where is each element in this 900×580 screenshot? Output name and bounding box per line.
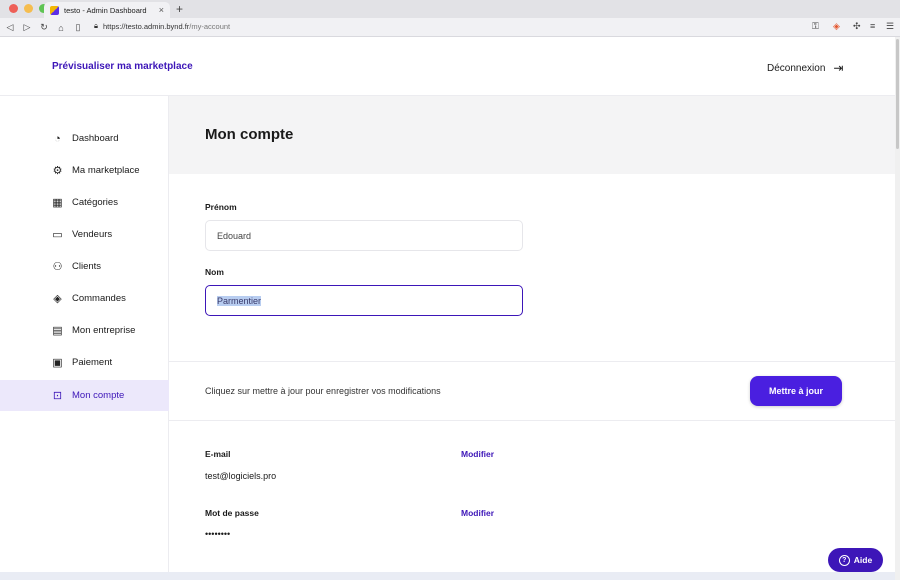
sidebar-item-label: Clients [72, 261, 102, 272]
app: Prévisualiser ma marketplace Déconnexion… [0, 37, 900, 580]
bookmark-icon[interactable]: ▯ [71, 22, 85, 33]
sidebar: ◔ Dashboard ⚙ Ma marketplace ▦ Catégorie… [0, 96, 169, 572]
reload-icon[interactable]: ↻ [37, 22, 51, 33]
last-name-label: Nom [205, 267, 224, 277]
playlist-icon[interactable]: ≡ [870, 21, 875, 31]
menu-icon[interactable]: ☰ [886, 21, 894, 32]
new-tab-button[interactable]: + [176, 2, 183, 16]
sidebar-item-label: Dashboard [72, 133, 119, 144]
sidebar-item-label: Mon entreprise [72, 325, 136, 336]
sidebar-item-label: Vendeurs [72, 229, 113, 240]
browser-toolbar: ◁ ▷ ↻ ⌂ ▯ 🔒︎ https://testo.admin.bynd.fr… [0, 18, 900, 37]
sidebar-item-label: Commandes [72, 293, 126, 304]
first-name-field[interactable]: Edouard [205, 220, 523, 251]
minimize-window-button[interactable] [24, 4, 33, 13]
sidebar-item-label: Catégories [72, 197, 118, 208]
address-bar[interactable]: 🔒︎ https://testo.admin.bynd.fr/my-accoun… [94, 21, 230, 31]
back-icon[interactable]: ◁ [3, 22, 17, 33]
sidebar-item-marketplace[interactable]: ⚙ Ma marketplace [0, 155, 169, 186]
sidebar-item-orders[interactable]: ◈ Commandes [0, 283, 169, 314]
extensions-icon[interactable]: ✣ [853, 21, 861, 32]
email-value: test@logiciels.pro [205, 471, 277, 481]
brave-shield-icon[interactable]: ◈ [833, 21, 840, 32]
logout-button[interactable]: Déconnexion ⇥ [767, 61, 843, 75]
sidebar-item-payment[interactable]: ▣ Paiement [0, 347, 169, 378]
password-label: Mot de passe [205, 508, 259, 518]
sidebar-item-label: Mon compte [72, 390, 125, 401]
email-modify-link[interactable]: Modifier [461, 449, 494, 459]
sidebar-item-dashboard[interactable]: ◔ Dashboard [0, 123, 169, 154]
bottom-strip [0, 572, 895, 580]
password-modify-link[interactable]: Modifier [461, 508, 494, 518]
forward-icon[interactable]: ▷ [20, 22, 34, 33]
tab-strip: testo - Admin Dashboard × + [0, 0, 900, 18]
briefcase-icon: ▭ [52, 229, 63, 241]
update-hint: Cliquez sur mettre à jour pour enregistr… [205, 386, 441, 396]
last-name-field[interactable]: Parmentier [205, 285, 523, 316]
scrollbar[interactable] [895, 37, 900, 580]
last-name-value: Parmentier [217, 295, 262, 306]
tab-title: testo - Admin Dashboard [64, 5, 147, 15]
logout-icon: ⇥ [833, 61, 844, 75]
preview-marketplace-link[interactable]: Prévisualiser ma marketplace [52, 61, 193, 72]
store-icon: ▤ [52, 325, 63, 337]
sidebar-item-vendors[interactable]: ▭ Vendeurs [0, 219, 169, 250]
lock-icon: 🔒︎ [94, 21, 98, 30]
title-band: Mon compte [169, 96, 895, 174]
browser-chrome: testo - Admin Dashboard × + ◁ ▷ ↻ ⌂ ▯ 🔒︎… [0, 0, 900, 37]
divider [169, 361, 895, 362]
email-label: E-mail [205, 449, 231, 459]
browser-tab[interactable]: testo - Admin Dashboard × [44, 2, 170, 18]
divider [169, 420, 895, 421]
key-icon[interactable]: ⚿ [812, 21, 819, 32]
first-name-label: Prénom [205, 202, 237, 212]
password-value: •••••••• [205, 529, 231, 539]
url-host: https://testo.admin.bynd.fr [103, 21, 190, 31]
help-label: Aide [853, 555, 873, 565]
first-name-value: Edouard [217, 230, 252, 241]
help-button[interactable]: ? Aide [828, 548, 883, 572]
sidebar-item-company[interactable]: ▤ Mon entreprise [0, 315, 169, 346]
lock-icon: ⊡ [52, 390, 63, 402]
sidebar-item-clients[interactable]: ⚇ Clients [0, 251, 169, 282]
sidebar-item-label: Ma marketplace [72, 165, 140, 176]
grid-icon: ▦ [52, 197, 63, 209]
sidebar-item-categories[interactable]: ▦ Catégories [0, 187, 169, 218]
favicon-icon [50, 5, 59, 15]
window-controls [9, 4, 48, 13]
sidebar-item-label: Paiement [72, 357, 113, 368]
logout-label: Déconnexion [767, 62, 826, 74]
layers-icon: ◈ [53, 293, 62, 305]
sidebar-item-account[interactable]: ⊡ Mon compte [0, 380, 169, 411]
tab-close-icon[interactable]: × [159, 5, 164, 15]
gear-icon: ⚙ [52, 165, 63, 177]
close-window-button[interactable] [9, 4, 18, 13]
home-icon[interactable]: ⌂ [54, 23, 68, 33]
pie-chart-icon: ◔ [54, 132, 61, 145]
question-icon: ? [838, 554, 850, 566]
page-title: Mon compte [205, 126, 294, 143]
scrollbar-thumb[interactable] [896, 39, 899, 149]
main-content: Mon compte Prénom Edouard Nom Parmentier… [169, 96, 895, 572]
users-icon: ⚇ [52, 261, 63, 273]
update-button[interactable]: Mettre à jour [750, 376, 842, 406]
url-path: /my-account [189, 21, 231, 31]
top-bar: Prévisualiser ma marketplace Déconnexion… [0, 37, 895, 96]
wallet-icon: ▣ [52, 357, 63, 369]
